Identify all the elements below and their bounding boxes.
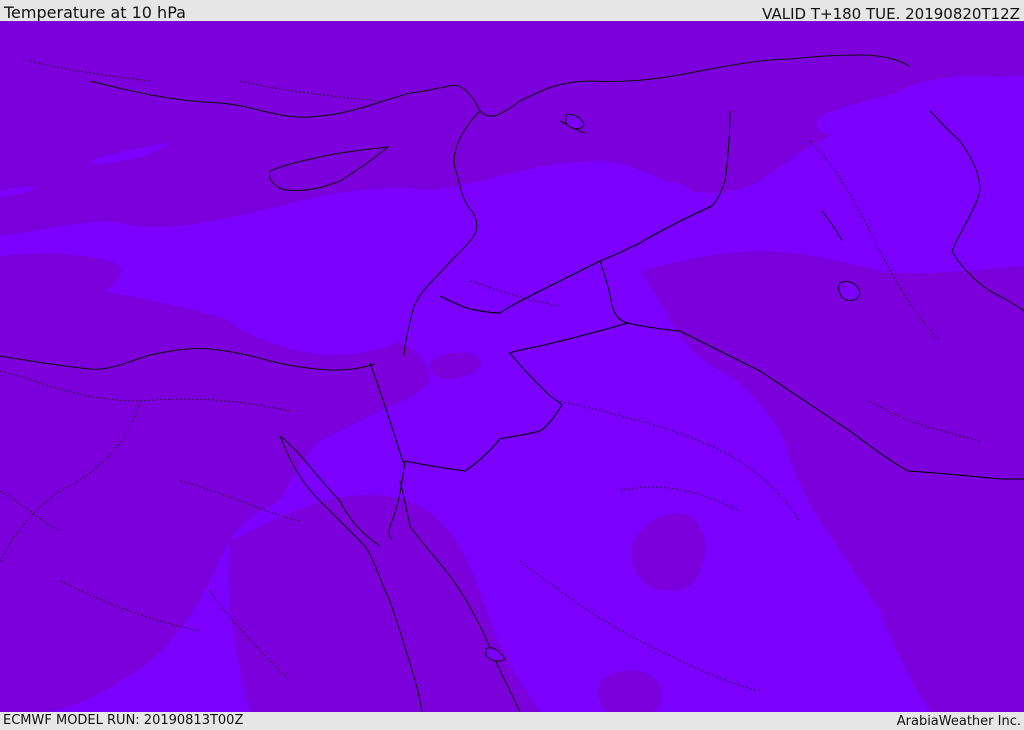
map-title: Temperature at 10 hPa bbox=[4, 3, 186, 22]
footer-bar: ECMWF MODEL RUN: 20190813T00Z ArabiaWeat… bbox=[0, 712, 1024, 729]
header-bar: Temperature at 10 hPa VALID T+180 TUE. 2… bbox=[0, 0, 1024, 23]
weather-map[interactable] bbox=[0, 21, 1024, 712]
credit: ArabiaWeather Inc. bbox=[896, 714, 1021, 729]
model-run: ECMWF MODEL RUN: 20190813T00Z bbox=[3, 713, 244, 728]
